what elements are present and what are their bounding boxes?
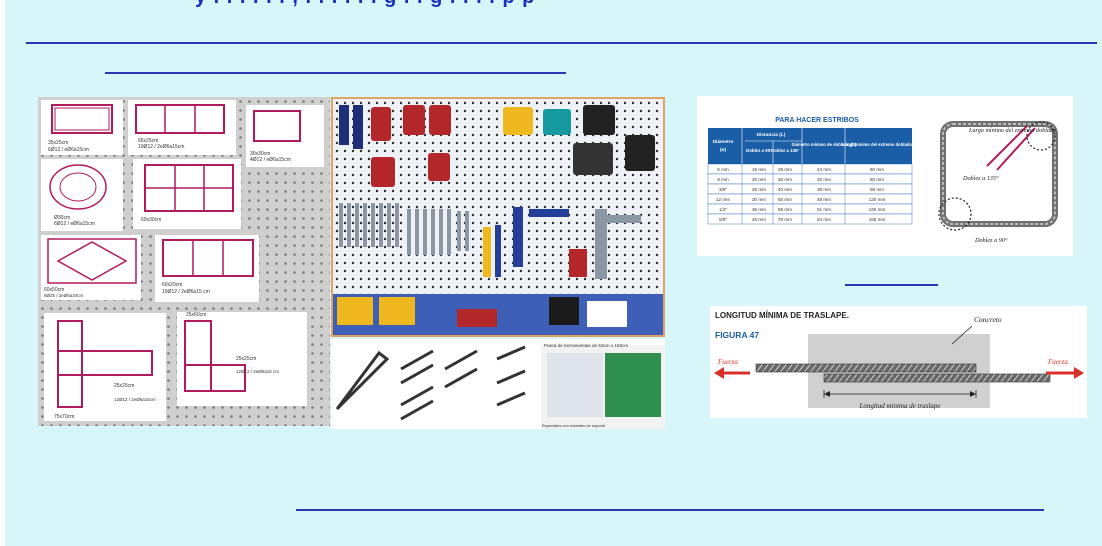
slide-background: y . . . . . . , . . . . . . g . . g . . … xyxy=(0,0,1102,546)
table-cell: 55 mm xyxy=(778,207,792,212)
section-11-size: 75x70cm xyxy=(54,414,74,420)
table-cell: 25 mm xyxy=(778,167,792,172)
lap-figure-number: FIGURA 47 xyxy=(715,330,759,340)
concrete-label: Concreto xyxy=(974,315,1002,324)
table-cell: 35 mm xyxy=(752,207,766,212)
right-short-underline xyxy=(845,284,938,286)
table-cell: 25 mm xyxy=(752,187,766,192)
slide-title-fragment: y . . . . . . , . . . . . . g . . g . . … xyxy=(195,0,895,8)
table-cell: 24 mm xyxy=(817,167,831,172)
section-1-bars: 6Ø12 / eØ6a15cm xyxy=(48,147,89,153)
section-8-size: 25x60cm xyxy=(186,312,206,318)
rebar-sections-photo: 35x25cm 6Ø12 / eØ6a15cm 65x25cm 10Ø12 / … xyxy=(38,97,330,426)
table-cell: 15 mm xyxy=(752,167,766,172)
table-cell: 130 mm xyxy=(869,207,886,212)
section-5-size: 60x30cm xyxy=(141,217,161,223)
header-diameter-unit: (ø) xyxy=(720,147,727,153)
section-4-bars: 6Ø12 / eØ6a15cm xyxy=(54,221,95,227)
table-cell: 50 mm xyxy=(778,197,792,202)
stirrup-table-figure: PARA HACER ESTRIBOS Diámetro (ø) Distanc… xyxy=(697,96,1073,256)
diagram-bend-90-label: Doblez a 90° xyxy=(974,237,1008,244)
stirrup-table-title: PARA HACER ESTRIBOS xyxy=(775,117,859,124)
section-9-bars: 12Ø12 / 2eØ6a15 cm xyxy=(236,369,279,374)
left-margin-strip xyxy=(0,0,5,546)
table-cell: 1/2" xyxy=(719,207,727,212)
tool-wall-image xyxy=(333,99,663,335)
hooks-photo-strip: Pared de herramientas de 53cm x 150cm Es… xyxy=(331,339,665,429)
table-cell: 32 mm xyxy=(817,177,831,182)
lap-length-label: Longitud mínima de traslape xyxy=(858,402,940,410)
table-cell: 51 mm xyxy=(817,207,831,212)
table-cell: 20 mm xyxy=(752,177,766,182)
section-10-bars: 12Ø12 / 2eØ6a15cm xyxy=(114,397,156,402)
subtitle-underline xyxy=(105,72,566,74)
section-6-bars: 9Ø25 / 2eØ5a20cm xyxy=(44,293,84,298)
table-cell: 48 mm xyxy=(817,197,831,202)
table-cell: 12 mm xyxy=(716,197,730,202)
table-cell: 3/8" xyxy=(719,187,727,192)
table-cell: 64 mm xyxy=(817,217,831,222)
stirrup-table-rows: 6 mm 15 mm 25 mm 24 mm 60 mm 8 mm 20 mm 30 mm 32… xyxy=(707,163,913,225)
table-cell: 38 mm xyxy=(817,187,831,192)
table-cell: 30 mm xyxy=(752,197,766,202)
lap-title: LONGITUD MÍNIMA DE TRASLAPE. xyxy=(715,311,849,320)
table-cell: 160 mm xyxy=(869,217,886,222)
section-7-bars: 10Ø12 / 2eØ6a15 cm xyxy=(162,289,210,295)
table-cell: 5/8" xyxy=(719,217,727,222)
section-1-size: 35x25cm xyxy=(48,140,68,146)
force-right-label: Fuerza xyxy=(1047,358,1068,366)
table-cell: 45 mm xyxy=(752,217,766,222)
table-cell: 80 mm xyxy=(870,177,884,182)
section-10-size: 25x25cm xyxy=(114,383,134,389)
table-cell: 60 mm xyxy=(870,167,884,172)
tool-wall-caption-bottom: Especiales con estantes de soporte xyxy=(542,423,606,428)
section-9-size: 25x25cm xyxy=(236,356,256,362)
tool-wall-caption-top: Pared de herramientas de 53cm x 150cm xyxy=(544,343,628,348)
lap-splice-graphic: LONGITUD MÍNIMA DE TRASLAPE. FIGURA 47 C… xyxy=(714,311,1084,410)
diagram-bend-135-label: Doblez a 135° xyxy=(962,175,999,182)
rebar-sections-image: 35x25cm 6Ø12 / eØ6a15cm 65x25cm 10Ø12 / … xyxy=(38,97,330,426)
table-cell: 95 mm xyxy=(870,187,884,192)
lap-splice-figure: LONGITUD MÍNIMA DE TRASLAPE. FIGURA 47 C… xyxy=(710,306,1087,418)
header-bend-135: Doblez a 135° xyxy=(771,148,800,153)
header-min-length: Largo mínimo del extremo doblado xyxy=(842,142,912,147)
hooks-image: Pared de herramientas de 53cm x 150cm Es… xyxy=(335,343,665,429)
section-2-bars: 10Ø12 / 2eØ6a15cm xyxy=(138,144,184,150)
table-cell: 8 mm xyxy=(717,177,729,182)
table-cell: 120 mm xyxy=(869,197,886,202)
diagram-min-length-label: Largo mínimo del extremo doblado xyxy=(968,127,1056,134)
table-cell: 70 mm xyxy=(778,217,792,222)
bottom-underline xyxy=(296,509,1044,511)
table-cell: 6 mm xyxy=(717,167,729,172)
header-bend-90: Doblez a 90° xyxy=(746,148,772,153)
header-distance: Distancia (L) xyxy=(757,132,786,138)
title-underline xyxy=(26,42,1097,44)
section-3-bars: 4Ø12 / eØ6a15cm xyxy=(250,157,291,163)
stirrup-table-graphic: PARA HACER ESTRIBOS Diámetro (ø) Distanc… xyxy=(707,117,1058,244)
table-cell: 30 mm xyxy=(778,177,792,182)
section-7-size: 60x20cm xyxy=(162,282,182,288)
tool-wall-photo xyxy=(331,97,665,337)
force-left-label: Fuerza xyxy=(717,358,738,366)
table-cell: 40 mm xyxy=(778,187,792,192)
header-diameter: Diámetro xyxy=(713,139,734,145)
